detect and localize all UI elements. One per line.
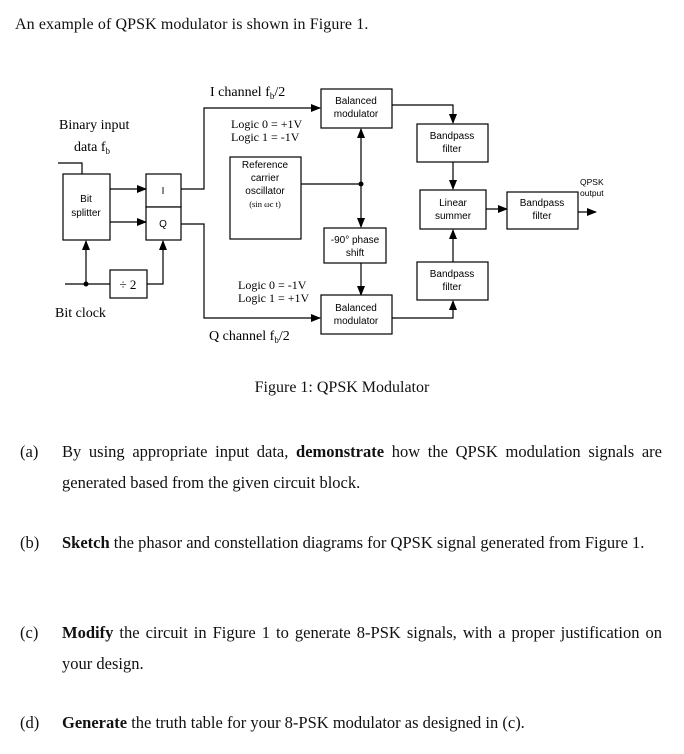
qpsk-output-label-2: output (580, 188, 604, 198)
binary-input-data-label: data fb (74, 140, 110, 156)
phase-shift-text-2: shift (346, 248, 365, 259)
i-logic1-label: Logic 1 = -1V (231, 130, 300, 144)
top-mod-text-2: modulator (334, 109, 379, 120)
linear-summer-block (419, 189, 487, 230)
q-logic1-label: Logic 1 = +1V (238, 291, 310, 305)
bottom-mod-to-bpf-arrow (392, 300, 457, 319)
balanced-modulator-bottom-block (320, 294, 393, 335)
binary-input-label: Binary input (59, 118, 129, 133)
bpf-output-text-1: Bandpass (520, 198, 564, 209)
oscillator-text-1: Reference (242, 160, 289, 171)
question-a-text: By using appropriate input data, demonst… (62, 442, 662, 492)
phase-shift-text-1: -90° phase (331, 235, 380, 246)
bpf-bottom-text-2: filter (443, 282, 463, 293)
oscillator-text-3: oscillator (245, 186, 285, 197)
clock-junction-dot (83, 281, 89, 287)
bit-clock-label: Bit clock (55, 306, 106, 321)
bit-splitter-text-1: Bit (80, 194, 92, 205)
oscillator-text-4: (sin ωc t) (249, 199, 281, 209)
question-c-label: (c) (20, 623, 39, 642)
divider-text: ÷ 2 (120, 277, 137, 292)
question-b-text: Sketch the phasor and constellation diag… (62, 533, 645, 552)
qpsk-modulator-diagram: Binary input data fb Bit clock I channel… (55, 85, 604, 345)
q-channel-label: Q channel fb/2 (209, 329, 290, 345)
summer-text-2: summer (435, 211, 472, 222)
bandpass-filter-top-block (416, 123, 489, 163)
q-logic0-label: Logic 0 = -1V (238, 278, 307, 292)
bit-splitter-block (62, 173, 111, 241)
oscillator-junction-dot (358, 181, 364, 187)
bottom-mod-text-1: Balanced (335, 303, 377, 314)
bit-splitter-text-2: splitter (71, 208, 101, 219)
question-d-text: Generate the truth table for your 8-PSK … (62, 713, 525, 732)
oscillator-text-2: carrier (251, 173, 280, 184)
bpf-bottom-text-1: Bandpass (430, 269, 474, 280)
bpf-top-text-2: filter (443, 144, 463, 155)
question-b-label: (b) (20, 533, 40, 552)
figure-caption: Figure 1: QPSK Modulator (254, 379, 430, 396)
question-d-label: (d) (20, 713, 40, 732)
i-latch-text: I (162, 186, 165, 197)
bpf-output-text-2: filter (533, 211, 553, 222)
i-channel-label: I channel fb/2 (210, 85, 285, 101)
input-data-wire (58, 162, 83, 174)
q-latch-text: Q (159, 219, 167, 230)
bpf-top-text-1: Bandpass (430, 131, 474, 142)
i-logic0-label: Logic 0 = +1V (231, 117, 303, 131)
bandpass-filter-bottom-block (416, 261, 489, 301)
summer-text-1: Linear (439, 198, 467, 209)
top-mod-text-1: Balanced (335, 96, 377, 107)
divider-to-q-arrow (147, 240, 167, 285)
question-a-label: (a) (20, 442, 39, 461)
qpsk-output-label: QPSK (580, 177, 604, 187)
top-mod-to-bpf-arrow (392, 104, 457, 124)
question-c-text: Modify the circuit in Figure 1 to genera… (62, 623, 662, 673)
bottom-mod-text-2: modulator (334, 316, 379, 327)
